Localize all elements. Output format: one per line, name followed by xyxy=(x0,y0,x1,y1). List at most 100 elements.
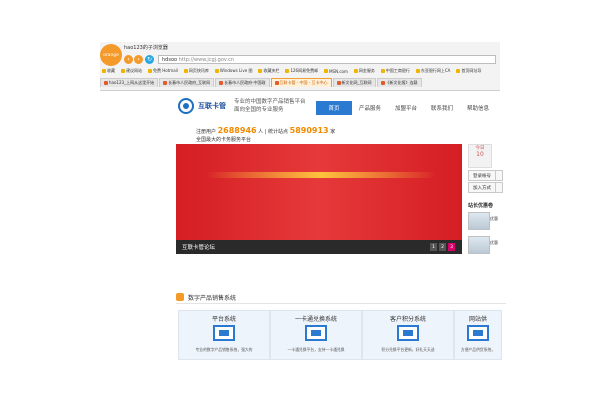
browser-tab[interactable]: 《新文化报》连载 xyxy=(376,78,422,87)
bookmark-item[interactable]: MSN.com xyxy=(322,69,350,74)
bookmark-icon xyxy=(415,69,420,73)
banner-page-button[interactable]: 2 xyxy=(439,243,446,251)
bookmark-label: 东亚银行网上CA xyxy=(420,68,451,73)
bookmark-item[interactable]: 建议网站 xyxy=(119,68,144,74)
bookmark-icon xyxy=(102,69,106,73)
nav-item[interactable]: 帮助信息 xyxy=(460,101,496,115)
coupon-thumb-1[interactable] xyxy=(468,212,490,230)
tab-favicon-icon xyxy=(163,81,168,85)
bookmark-item[interactable]: 126网易免费邮 xyxy=(283,68,320,74)
bookmark-icon xyxy=(148,69,152,73)
monitor-icon xyxy=(467,325,489,341)
section-title: 数字产品销售系统 xyxy=(188,295,237,302)
stats-suffix: 家 xyxy=(330,129,336,135)
side-date-num: 10 xyxy=(476,151,484,158)
stats-mid: 人 | 统计站点 xyxy=(258,129,289,135)
bookmark-icon xyxy=(353,69,358,73)
stats-sites: 5890913 xyxy=(289,126,329,135)
browser-tab[interactable]: 互联卡管 - 中国 - 互卡中心 xyxy=(270,78,332,87)
side-button-partial-2[interactable] xyxy=(495,182,503,193)
bookmark-item[interactable]: 收藏 xyxy=(100,68,117,74)
browser-tab[interactable]: 新文化网_互联网 xyxy=(332,78,376,87)
browser-tab[interactable]: 长春市人民政府_互联网 xyxy=(159,78,215,87)
join-button[interactable]: 加入方式 xyxy=(468,182,496,193)
tab-favicon-icon xyxy=(274,81,279,85)
product-card-desc: 专业的数字产品销售系统，强大的 xyxy=(195,347,253,352)
tab-favicon-icon xyxy=(336,81,341,85)
bookmark-item[interactable]: Windows Live 图 xyxy=(213,68,255,74)
banner-page-button[interactable]: 3 xyxy=(448,243,455,251)
side-heading: 站长优惠卷 xyxy=(468,203,494,209)
tab-label: 新文化网_互联网 xyxy=(341,80,372,85)
bookmark-item[interactable]: 收藏夹栏 xyxy=(256,68,281,74)
address-bar[interactable]: hdsoo http://www.jcgj.gov.cn xyxy=(158,55,496,64)
refresh-icon[interactable]: ↻ xyxy=(145,55,154,64)
coupon-text-1[interactable]: 优惠 xyxy=(490,216,498,222)
product-card-desc: 一卡通兑换平台，支持一卡通兑换 xyxy=(287,347,345,352)
forward-icon[interactable]: › xyxy=(134,55,143,64)
bookmark-icon xyxy=(214,69,219,73)
bookmark-item[interactable]: 网页快讯库 xyxy=(182,68,211,74)
tab-favicon-icon xyxy=(104,81,108,85)
bookmark-label: 免费 Hotmail xyxy=(153,68,178,73)
bookmark-label: 收藏夹栏 xyxy=(263,68,280,73)
nav-item[interactable]: 首页 xyxy=(316,101,352,115)
product-card[interactable]: 客户积分系统 积分兑换平台更新，好礼天天送 xyxy=(362,310,454,360)
product-card[interactable]: 平台系统专业的数字产品销售系统，强大的 xyxy=(178,310,270,360)
monitor-icon xyxy=(305,325,327,341)
site-stats-line2: 全国最大的卡务服务平台 xyxy=(196,137,252,143)
bookmark-item[interactable]: 免费 Hotmail xyxy=(146,68,180,74)
site-slogan-line1: 专业的中国数字产品销售平台 xyxy=(234,99,306,105)
product-card-title: 平台系统 xyxy=(211,316,236,323)
tab-label: 长春市人民政府_互联网 xyxy=(168,80,211,85)
product-card-title: 网站供 xyxy=(468,316,487,323)
stats-prefix: 注册用户 xyxy=(196,129,217,135)
tab-favicon-icon xyxy=(380,81,385,85)
section-divider xyxy=(176,303,506,304)
side-button-partial[interactable] xyxy=(495,170,503,181)
product-card-title: 一卡通兑换系统 xyxy=(294,316,337,323)
coupon-text-2[interactable]: 优惠 xyxy=(490,240,498,246)
back-icon[interactable]: ‹ xyxy=(124,55,133,64)
bookmark-item[interactable]: 网金服务 xyxy=(352,68,377,74)
bookmark-label: Windows Live 图 xyxy=(219,68,253,73)
banner-page-button[interactable]: 1 xyxy=(430,243,437,251)
login-button[interactable]: 登录帐号 xyxy=(468,170,496,181)
monitor-icon xyxy=(213,325,235,341)
main-nav: 首页 产品服务 加盟平台 联系我们 帮助信息 xyxy=(316,101,496,115)
site-name: 互联卡管 xyxy=(198,102,226,110)
banner-glow xyxy=(206,172,436,178)
nav-item[interactable]: 加盟平台 xyxy=(388,101,424,115)
bookmark-item[interactable]: 中国工商银行 xyxy=(379,68,412,74)
tab-label: 《新文化报》连载 xyxy=(385,80,418,85)
bookmark-label: 建议网站 xyxy=(126,68,142,73)
home-label: hdsoo xyxy=(162,56,178,63)
site-stats: 注册用户 2688946 人 | 统计站点 5890913 家 xyxy=(196,126,335,135)
bookmark-icon xyxy=(121,69,125,73)
tab-label: 长春市人民政府-中国政 xyxy=(224,80,266,85)
tab-favicon-icon xyxy=(219,81,224,85)
bookmarks-bar: 收藏 建议网站 免费 Hotmail 网页快讯库 Windows Live 图 收藏夹栏 1… xyxy=(100,66,500,76)
bookmark-item[interactable]: 东亚银行网上CA xyxy=(414,68,453,74)
product-card[interactable]: 网站供 方便产品供货系统， xyxy=(454,310,502,360)
site-logo-icon[interactable] xyxy=(178,98,194,114)
product-card-title: 客户积分系统 xyxy=(389,316,426,323)
bookmark-item[interactable]: 首页网址导 xyxy=(454,68,483,74)
nav-item[interactable]: 联系我们 xyxy=(424,101,460,115)
bookmark-label: 收藏 xyxy=(107,68,115,73)
browser-tab[interactable]: hao123_上网从这里开始 xyxy=(100,78,159,87)
tab-label: hao123_上网从这里开始 xyxy=(109,80,155,85)
stats-users: 2688946 xyxy=(217,126,257,135)
bookmark-label: 网页快讯库 xyxy=(188,68,209,73)
browser-logo[interactable]: orange xyxy=(100,44,122,66)
banner-slideshow[interactable] xyxy=(176,144,462,254)
banner-pager: 123 xyxy=(430,243,455,251)
browser-tab[interactable]: 长春市人民政府-中国政 xyxy=(215,78,270,87)
product-card[interactable]: 一卡通兑换系统一卡通兑换平台，支持一卡通兑换 xyxy=(270,310,362,360)
nav-item[interactable]: 产品服务 xyxy=(352,101,388,115)
bookmark-label: MSN.com xyxy=(329,68,348,74)
banner-caption[interactable]: 互联卡管论坛 xyxy=(182,243,215,251)
address-url: http://www.jcgj.gov.cn xyxy=(178,56,234,63)
monitor-icon xyxy=(397,325,419,341)
coupon-thumb-2[interactable] xyxy=(468,236,490,254)
